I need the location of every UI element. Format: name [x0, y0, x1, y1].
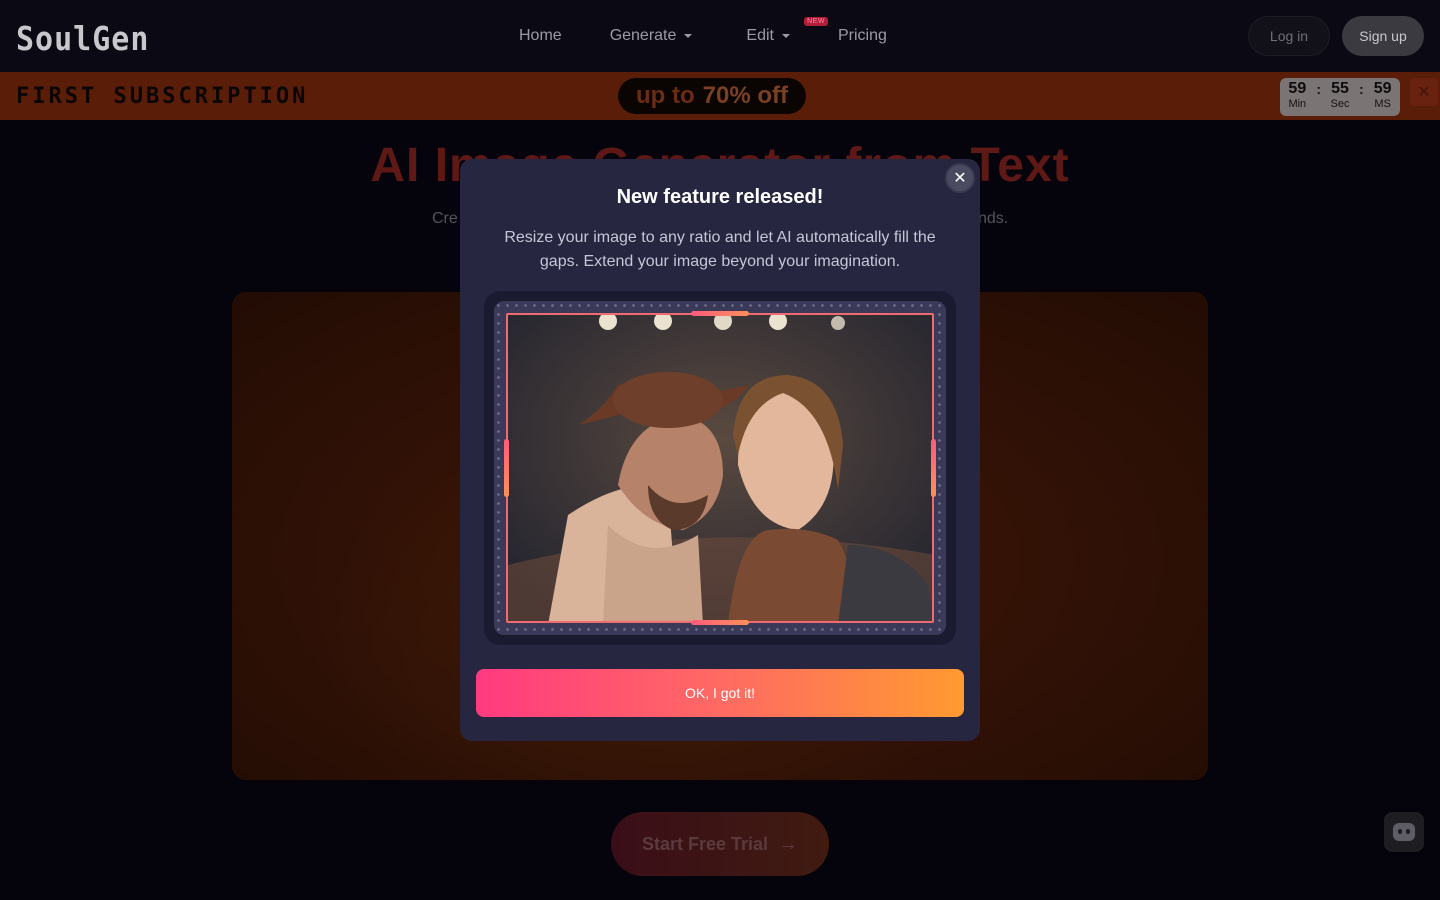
countdown-ms: 59 MS [1370, 80, 1396, 116]
nav-edit-dropdown[interactable]: Edit NEW [746, 17, 828, 45]
countdown-ms-label: MS [1374, 98, 1391, 110]
countdown-sec: 55 Sec [1327, 80, 1353, 116]
nav-home-label: Home [519, 27, 562, 44]
countdown-min-label: Min [1288, 98, 1307, 110]
new-badge: NEW [804, 17, 828, 26]
close-icon[interactable]: ✕ [1410, 78, 1438, 106]
resize-preview-frame [484, 291, 956, 645]
chatbot-icon [1393, 823, 1415, 841]
resize-handle-right[interactable] [931, 439, 936, 497]
feature-modal: ✕ New feature released! Resize your imag… [460, 159, 980, 741]
countdown-min-value: 59 [1288, 80, 1307, 97]
nav-links: Home Generate Edit NEW Pricing [519, 0, 887, 72]
nav-edit-label: Edit [746, 27, 774, 44]
login-button[interactable]: Log in [1248, 16, 1330, 56]
trial-label: Start Free Trial [641, 833, 769, 854]
countdown-min: 59 Min [1284, 80, 1310, 116]
top-nav: SoulGen Home Generate Edit NEW Pricing Lo… [0, 0, 1440, 72]
nav-home-link[interactable]: Home [519, 27, 562, 45]
countdown-sec-value: 55 [1331, 80, 1349, 97]
promo-title: FIRST SUBSCRIPTION [16, 84, 309, 109]
resize-handle-top[interactable] [691, 311, 749, 316]
arrow-right-icon: → [778, 832, 799, 855]
start-free-trial-button[interactable]: Start Free Trial → [611, 812, 829, 876]
modal-description: Resize your image to any ratio and let A… [504, 229, 936, 270]
countdown-separator: : [1316, 81, 1321, 97]
resize-handle-bottom[interactable] [691, 620, 749, 625]
nav-generate-label: Generate [609, 27, 677, 44]
countdown-timer: 59 Min : 55 Sec : 59 MS [1280, 78, 1400, 116]
modal-title: New feature released! [616, 186, 824, 208]
resize-canvas [494, 301, 946, 635]
chevron-down-icon [781, 34, 790, 38]
resize-handle-left[interactable] [504, 439, 509, 497]
promo-offer-value: 70% off [702, 82, 788, 109]
promo-banner[interactable]: FIRST SUBSCRIPTION up to 70% off 59 Min … [0, 72, 1440, 120]
countdown-sec-label: Sec [1330, 98, 1350, 110]
promo-offer-prefix: up to [636, 82, 695, 109]
preview-photo [506, 313, 934, 623]
ok-got-it-button[interactable]: OK, I got it! [476, 669, 964, 717]
chevron-down-icon [684, 34, 693, 38]
promo-offer-pill: up to 70% off [618, 78, 806, 114]
nav-pricing-label: Pricing [837, 27, 887, 44]
couple-photo-illustration [508, 315, 932, 621]
chat-widget-button[interactable] [1384, 812, 1424, 852]
hero-subtitle-start: Cre [432, 210, 458, 227]
countdown-separator: : [1359, 81, 1364, 97]
countdown-ms-value: 59 [1373, 80, 1392, 97]
hero-subtitle-end: nds. [978, 210, 1009, 227]
logo[interactable]: SoulGen [16, 20, 149, 59]
signup-button[interactable]: Sign up [1342, 16, 1424, 56]
nav-generate-dropdown[interactable]: Generate [610, 27, 693, 45]
nav-pricing-link[interactable]: Pricing [838, 27, 887, 45]
